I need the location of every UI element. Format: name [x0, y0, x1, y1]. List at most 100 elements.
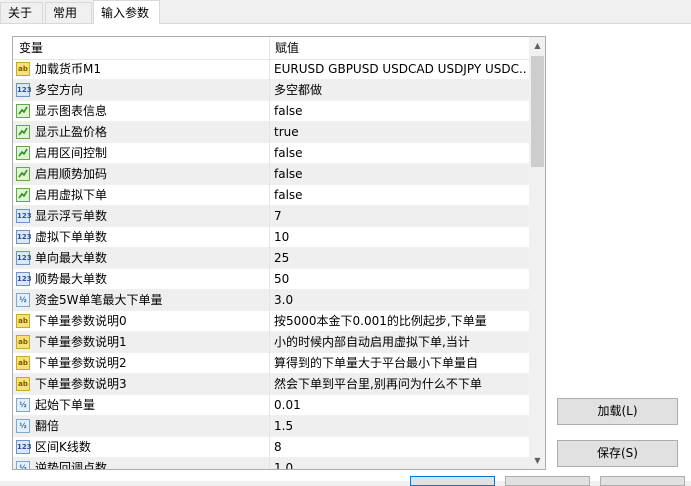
cell-divider	[269, 122, 270, 143]
variable-value[interactable]: false	[274, 185, 526, 205]
variable-name: 启用虚拟下单	[35, 188, 108, 202]
integer-type-icon: 123	[16, 251, 32, 265]
save-button[interactable]: 保存(S)	[557, 440, 678, 467]
variable-value[interactable]: 1.0	[274, 458, 526, 469]
tab-inputs[interactable]: 输入参数	[93, 0, 160, 24]
cell-divider	[269, 59, 270, 80]
table-row[interactable]: ½ 起始下单量 0.01	[13, 395, 529, 416]
boolean-type-icon	[16, 146, 30, 160]
double-type-icon: ½	[16, 398, 30, 412]
cell-divider	[269, 374, 270, 395]
variable-name: 逆势回调点数	[35, 461, 108, 470]
variable-name: 下单量参数说明3	[35, 377, 127, 391]
variable-name: 显示图表信息	[35, 104, 108, 118]
variable-value[interactable]: 0.01	[274, 395, 526, 415]
tab-common[interactable]: 常用	[45, 2, 92, 23]
variable-value[interactable]: EURUSD GBPUSD USDCAD USDJPY USDC...	[274, 59, 526, 79]
table-row[interactable]: 启用顺势加码 false	[13, 164, 529, 185]
variable-name: 启用区间控制	[35, 146, 108, 160]
variable-name: 下单量参数说明0	[35, 314, 127, 328]
tab-about[interactable]: 关于	[0, 2, 43, 23]
variable-name: 顺势最大单数	[35, 272, 108, 286]
variable-value[interactable]: true	[274, 122, 526, 142]
boolean-type-icon	[16, 125, 30, 139]
scroll-up-icon[interactable]: ▲	[529, 37, 545, 54]
variable-value[interactable]: 8	[274, 437, 526, 457]
cell-divider	[269, 101, 270, 122]
reset-button[interactable]	[600, 476, 685, 486]
boolean-type-icon	[16, 167, 30, 181]
table-row[interactable]: ab 下单量参数说明2 算得到的下单量大于平台最小下单量自	[13, 353, 529, 374]
integer-type-icon: 123	[16, 440, 32, 454]
table-row[interactable]: ab 加载货币M1 EURUSD GBPUSD USDCAD USDJPY USDC…	[13, 59, 529, 80]
variable-value[interactable]: 多空都做	[274, 80, 526, 100]
table-row[interactable]: 123 区间K线数 8	[13, 437, 529, 458]
boolean-type-icon	[16, 104, 30, 118]
cancel-button[interactable]	[505, 476, 590, 486]
variable-value[interactable]: 25	[274, 248, 526, 268]
cell-divider	[269, 164, 270, 185]
table-row[interactable]: 启用区间控制 false	[13, 143, 529, 164]
vertical-scrollbar[interactable]: ▲ ▼	[529, 37, 545, 469]
variable-name: 加载货币M1	[35, 62, 101, 76]
variable-value[interactable]: 7	[274, 206, 526, 226]
cell-divider	[269, 437, 270, 458]
table-row[interactable]: 123 虚拟下单单数 10	[13, 227, 529, 248]
variable-name: 显示浮亏单数	[35, 209, 108, 223]
integer-type-icon: 123	[16, 209, 32, 223]
variable-value[interactable]: 50	[274, 269, 526, 289]
column-divider[interactable]	[269, 37, 270, 59]
variable-value[interactable]: 算得到的下单量大于平台最小下单量自	[274, 353, 526, 373]
integer-type-icon: 123	[16, 230, 32, 244]
table-row[interactable]: ab 下单量参数说明1 小的时候内部自动启用虚拟下单,当计	[13, 332, 529, 353]
cell-divider	[269, 332, 270, 353]
cell-divider	[269, 143, 270, 164]
table-row[interactable]: 123 显示浮亏单数 7	[13, 206, 529, 227]
scroll-down-icon[interactable]: ▼	[529, 452, 545, 469]
table-row[interactable]: 123 多空方向 多空都做	[13, 80, 529, 101]
variable-value[interactable]: 按5000本金下0.001的比例起步,下单量	[274, 311, 526, 331]
load-button[interactable]: 加载(L)	[557, 398, 678, 425]
string-type-icon: ab	[16, 335, 30, 349]
string-type-icon: ab	[16, 377, 30, 391]
variable-value[interactable]: false	[274, 164, 526, 184]
string-type-icon: ab	[16, 62, 30, 76]
variable-value[interactable]: 10	[274, 227, 526, 247]
table-row[interactable]: 123 单向最大单数 25	[13, 248, 529, 269]
variable-name: 翻倍	[35, 419, 60, 433]
table-row[interactable]: 123 顺势最大单数 50	[13, 269, 529, 290]
cell-divider	[269, 185, 270, 206]
variable-name: 显示止盈价格	[35, 125, 108, 139]
string-type-icon: ab	[16, 356, 30, 370]
integer-type-icon: 123	[16, 83, 32, 97]
table-row[interactable]: ½ 逆势回调点数 1.0	[13, 458, 529, 470]
table-row[interactable]: ½ 翻倍 1.5	[13, 416, 529, 437]
inputs-panel: 变量 赋值 ab 加载货币M1 EURUSD GBPUSD USDCAD USDJP…	[0, 23, 691, 481]
cell-divider	[269, 80, 270, 101]
column-header-variable[interactable]: 变量	[19, 37, 43, 59]
cell-divider	[269, 248, 270, 269]
table-row[interactable]: ab 下单量参数说明0 按5000本金下0.001的比例起步,下单量	[13, 311, 529, 332]
column-header-value[interactable]: 赋值	[275, 37, 299, 59]
variable-name: 下单量参数说明1	[35, 335, 127, 349]
cell-divider	[269, 395, 270, 416]
grid-header: 变量 赋值	[13, 37, 529, 60]
table-row[interactable]: 显示图表信息 false	[13, 101, 529, 122]
variable-value[interactable]: false	[274, 143, 526, 163]
tab-bar: 关于 常用 输入参数	[0, 0, 691, 24]
table-row[interactable]: ½ 资金5W单笔最大下单量 3.0	[13, 290, 529, 311]
variable-value[interactable]: 3.0	[274, 290, 526, 310]
parameters-grid: 变量 赋值 ab 加载货币M1 EURUSD GBPUSD USDCAD USDJP…	[12, 36, 546, 470]
table-row[interactable]: ab 下单量参数说明3 然会下单到平台里,别再问为什么不下单	[13, 374, 529, 395]
boolean-type-icon	[16, 188, 30, 202]
variable-value[interactable]: false	[274, 101, 526, 121]
table-row[interactable]: 显示止盈价格 true	[13, 122, 529, 143]
variable-value[interactable]: 小的时候内部自动启用虚拟下单,当计	[274, 332, 526, 352]
cell-divider	[269, 458, 270, 469]
ok-button[interactable]	[410, 476, 495, 486]
scrollbar-thumb[interactable]	[531, 56, 544, 167]
variable-value[interactable]: 然会下单到平台里,别再问为什么不下单	[274, 374, 526, 394]
variable-value[interactable]: 1.5	[274, 416, 526, 436]
cell-divider	[269, 206, 270, 227]
table-row[interactable]: 启用虚拟下单 false	[13, 185, 529, 206]
